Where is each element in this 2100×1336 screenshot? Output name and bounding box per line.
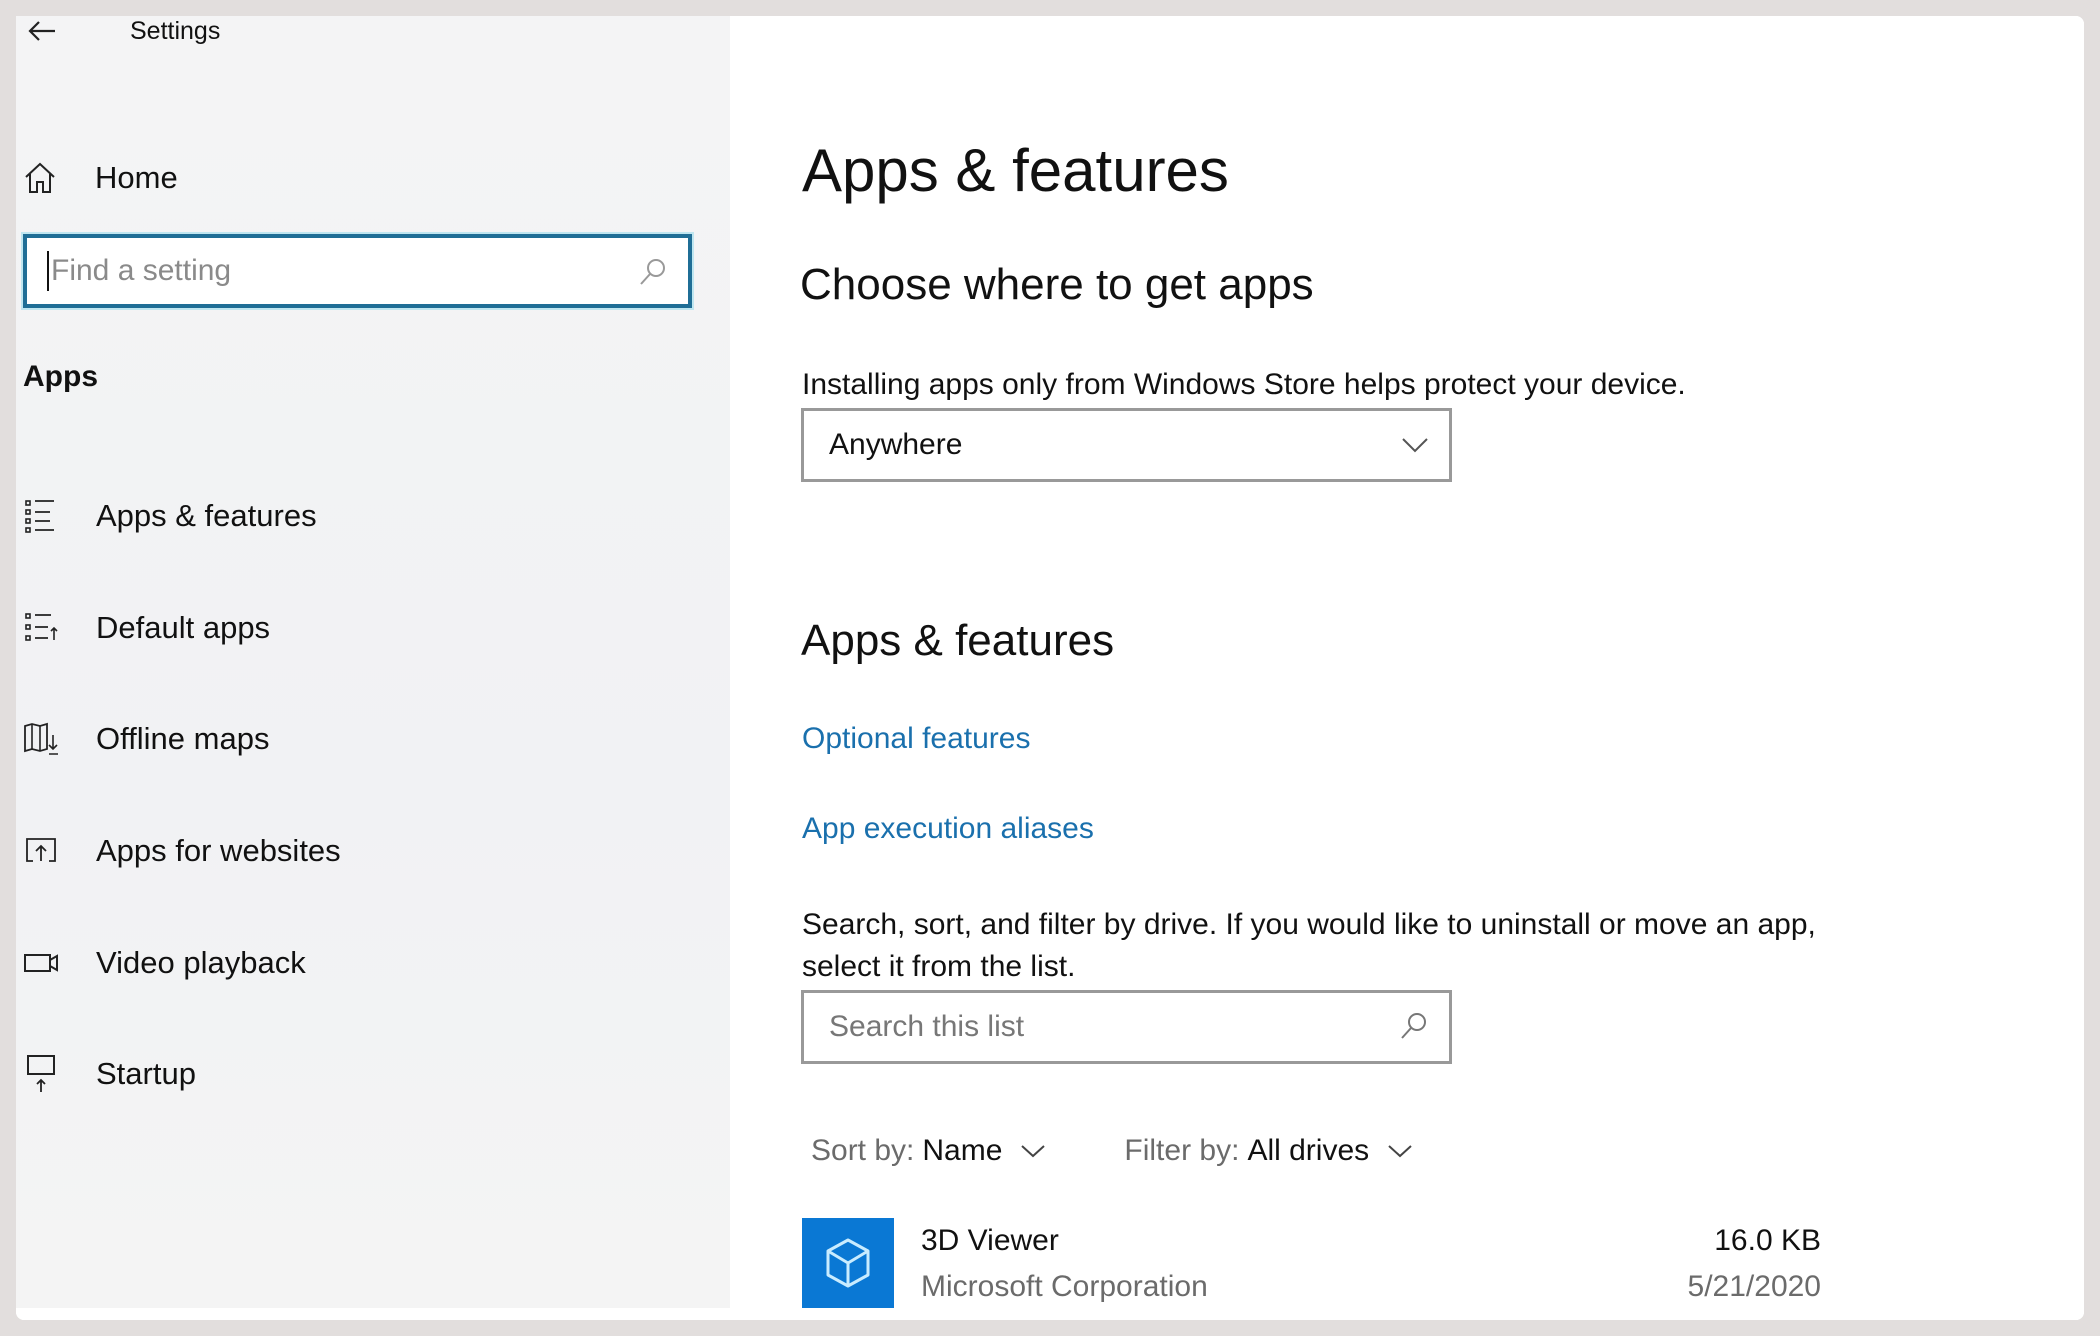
app-source-dropdown[interactable]: Anywhere xyxy=(801,408,1452,482)
sidebar-item-home[interactable]: Home xyxy=(20,150,178,206)
app-install-date: 5/21/2020 xyxy=(1687,1270,1821,1303)
default-apps-icon xyxy=(20,606,64,650)
3d-cube-icon xyxy=(826,1238,870,1288)
sidebar-item-label: Apps for websites xyxy=(96,833,341,868)
filter-by-dropdown[interactable]: Filter by: All drives xyxy=(1124,1134,1413,1168)
sidebar-item-default-apps[interactable]: Default apps xyxy=(20,598,710,658)
sidebar-item-apps-for-websites[interactable]: Apps for websites xyxy=(20,821,710,881)
search-icon[interactable] xyxy=(1399,1010,1429,1045)
sidebar-item-label: Video playback xyxy=(96,945,306,980)
main-content: Apps & features Choose where to get apps… xyxy=(730,16,2084,1320)
sidebar-section-label: Apps xyxy=(23,360,98,393)
search-icon[interactable] xyxy=(636,254,670,288)
sidebar-item-label: Home xyxy=(95,160,178,195)
sidebar-item-apps-features[interactable]: Apps & features xyxy=(20,486,710,546)
startup-icon xyxy=(20,1052,64,1096)
home-icon xyxy=(20,158,60,198)
app-size: 16.0 KB xyxy=(1714,1224,1821,1257)
app-list-search-input[interactable] xyxy=(829,1010,1399,1044)
app-list-item[interactable]: 3D Viewer Microsoft Corporation 16.0 KB … xyxy=(801,1218,1821,1308)
sidebar-item-startup[interactable]: Startup xyxy=(20,1044,710,1104)
app-execution-aliases-link[interactable]: App execution aliases xyxy=(802,812,1094,846)
app-tile xyxy=(802,1218,894,1308)
find-setting-input[interactable] xyxy=(47,251,636,291)
optional-features-link[interactable]: Optional features xyxy=(802,722,1030,756)
app-publisher: Microsoft Corporation xyxy=(921,1270,1208,1303)
video-camera-icon xyxy=(20,941,64,985)
apps-features-list-icon xyxy=(20,494,64,538)
app-list-search[interactable] xyxy=(801,990,1452,1064)
settings-window: Settings Home Apps xyxy=(16,16,2084,1320)
sort-filter-row: Sort by: Name Filter by: All drives xyxy=(811,1134,1413,1168)
apps-features-section-heading: Apps & features xyxy=(801,616,1115,665)
offline-maps-icon xyxy=(20,717,64,761)
sidebar-item-label: Offline maps xyxy=(96,721,270,756)
chevron-down-icon xyxy=(1402,438,1428,453)
sidebar-item-label: Apps & features xyxy=(96,498,317,533)
page-title: Apps & features xyxy=(802,137,1229,204)
chevron-down-icon xyxy=(1387,1144,1413,1158)
sidebar-item-offline-maps[interactable]: Offline maps xyxy=(20,709,710,769)
back-arrow-icon xyxy=(28,21,55,41)
app-source-selected: Anywhere xyxy=(829,428,963,461)
apps-for-websites-icon xyxy=(20,829,64,873)
sidebar-item-video-playback[interactable]: Video playback xyxy=(20,933,710,993)
sort-by-label: Sort by: xyxy=(811,1134,915,1167)
sort-by-value: Name xyxy=(922,1134,1003,1167)
filter-by-value: All drives xyxy=(1247,1134,1370,1167)
filter-by-label: Filter by: xyxy=(1124,1134,1240,1167)
list-description: Search, sort, and filter by drive. If yo… xyxy=(802,908,1816,983)
find-setting-search[interactable] xyxy=(23,234,692,308)
chevron-down-icon xyxy=(1020,1144,1046,1158)
choose-apps-description: Installing apps only from Windows Store … xyxy=(802,368,1686,401)
window-bottom-edge xyxy=(16,1308,2084,1320)
window-title: Settings xyxy=(130,17,221,45)
sidebar: Settings Home Apps xyxy=(16,16,730,1308)
choose-apps-heading: Choose where to get apps xyxy=(800,260,1314,309)
sidebar-item-label: Default apps xyxy=(96,610,271,645)
sidebar-item-label: Startup xyxy=(96,1056,196,1091)
sort-by-dropdown[interactable]: Sort by: Name xyxy=(811,1134,1046,1168)
back-button[interactable] xyxy=(20,16,64,46)
app-name: 3D Viewer xyxy=(921,1224,1059,1257)
